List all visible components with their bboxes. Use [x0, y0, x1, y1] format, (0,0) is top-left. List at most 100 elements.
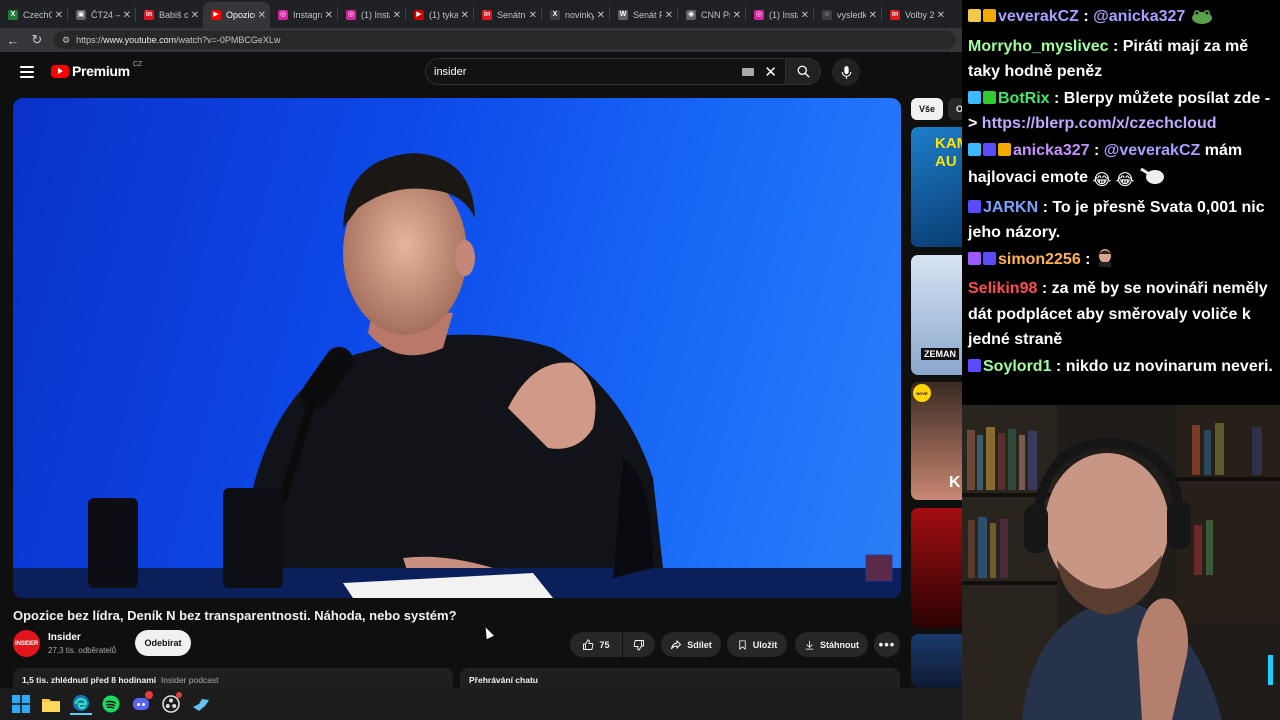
browser-tab[interactable]: in Babiš c ✕	[136, 2, 203, 28]
video-frame-image	[13, 153, 901, 598]
browser-tab[interactable]: W Senát P✕	[610, 2, 677, 28]
more-actions-button[interactable]: •••	[874, 632, 900, 657]
chat-mention: @anicka327	[1093, 8, 1186, 25]
channel-avatar[interactable]: INSIDER	[13, 630, 40, 657]
tab-close-icon[interactable]: ✕	[55, 10, 63, 21]
chat-username[interactable]: simon2256	[998, 251, 1081, 268]
save-button[interactable]: Uložit	[727, 632, 787, 657]
youtube-logo[interactable]: Premium CZ	[51, 60, 143, 79]
video-player[interactable]	[13, 98, 901, 598]
salute-emote-icon	[1139, 163, 1167, 194]
windows-taskbar	[0, 688, 962, 720]
browser-tab[interactable]: ▶ (1) tyka ✕	[406, 2, 473, 28]
tab-close-icon[interactable]: ✕	[801, 10, 809, 21]
browser-tab[interactable]: ▣ ČT24 – ✕	[68, 2, 135, 28]
tab-close-icon[interactable]: ✕	[191, 10, 199, 21]
chat-link[interactable]: https://blerp.com/x/czechcloud	[982, 115, 1217, 132]
recommended-thumbnail[interactable]: NOVÉ K	[911, 382, 962, 500]
search-input[interactable]: insider	[434, 66, 742, 78]
chat-username[interactable]: BotRix	[998, 90, 1050, 107]
discord-icon[interactable]	[130, 691, 153, 715]
description-link[interactable]: Insider podcast	[161, 675, 219, 685]
tab-close-icon[interactable]: ✕	[123, 10, 131, 21]
browser-tab[interactable]: X CzechC✕	[0, 2, 67, 28]
tab-title: Senátn	[497, 10, 526, 20]
browser-tab[interactable]: ◎ (1) Insta✕	[338, 2, 405, 28]
chat-username[interactable]: anicka327	[1013, 142, 1090, 159]
recommended-thumbnail[interactable]	[911, 508, 962, 628]
browser-tab-strip: XCzechC✕▣ČT24 –✕inBabiš c✕▶Opozice✕◎Inst…	[0, 0, 962, 28]
search-box[interactable]: insider ✕	[425, 58, 785, 85]
browser-toolbar: ← ↻ ⚙ https://www.youtube.com/watch?v=-0…	[0, 28, 962, 52]
browser-tab[interactable]: ◎ (1) Insta✕	[746, 2, 813, 28]
chat-username[interactable]: Morryho_myslivec	[968, 38, 1109, 55]
voice-search-button[interactable]	[832, 58, 860, 86]
mouse-cursor-icon	[482, 625, 494, 640]
tab-close-icon[interactable]: ✕	[597, 10, 605, 21]
tab-close-icon[interactable]: ✕	[325, 10, 333, 21]
tab-close-icon[interactable]: ✕	[461, 10, 469, 21]
tab-favicon-icon: W	[618, 10, 628, 20]
chat-username[interactable]: JARKN	[983, 199, 1038, 216]
recommended-thumbnail[interactable]: KAMAU	[911, 127, 962, 247]
face-emote-icon	[1095, 247, 1115, 276]
subscribe-button[interactable]: Odebírat	[135, 630, 191, 656]
steam-icon[interactable]	[190, 693, 212, 715]
chat-username[interactable]: Selikin98	[968, 280, 1037, 297]
menu-icon[interactable]	[20, 66, 34, 78]
notification-badge	[145, 691, 153, 699]
chat-message: Soylord1 : nikdo uz novinarum neveri.	[968, 354, 1276, 380]
video-description[interactable]: 1,5 tis. zhlédnutí před 8 hodinami Insid…	[13, 668, 453, 688]
edge-browser-icon[interactable]	[70, 693, 92, 715]
browser-tab[interactable]: in Senátn ✕	[474, 2, 541, 28]
chip-next[interactable]: O	[948, 98, 962, 120]
tab-title: CNN Pr	[701, 10, 730, 20]
youtube-page: Premium CZ insider ✕ Opozice bez lídra, …	[0, 52, 962, 688]
webcam-image	[962, 405, 1280, 720]
site-info-icon[interactable]: ⚙	[62, 35, 70, 46]
file-explorer-icon[interactable]	[40, 693, 62, 715]
back-arrow-icon[interactable]: ←	[6, 33, 20, 48]
chat-replay-panel[interactable]: Přehrávání chatu	[460, 668, 900, 688]
clear-search-icon[interactable]: ✕	[764, 63, 777, 81]
reload-icon[interactable]: ↻	[30, 32, 44, 48]
tab-title: Instagra	[293, 10, 322, 20]
search-button[interactable]	[785, 58, 821, 85]
obs-icon[interactable]	[160, 692, 182, 715]
chip-all[interactable]: Vše	[911, 98, 944, 120]
url-text: https://www.youtube.com/watch?v=-0PMBCGe…	[76, 35, 281, 45]
browser-tab[interactable]: ◎ Instagra✕	[270, 2, 337, 28]
tab-close-icon[interactable]: ✕	[258, 10, 266, 21]
screen: XCzechC✕▣ČT24 –✕inBabiš c✕▶Opozice✕◎Inst…	[0, 0, 1280, 720]
keyboard-icon[interactable]	[742, 67, 755, 76]
dislike-button[interactable]	[623, 632, 655, 657]
share-button[interactable]: Sdílet	[661, 632, 721, 657]
tab-close-icon[interactable]: ✕	[665, 10, 673, 21]
browser-tab[interactable]: Xnovinky ✕	[542, 2, 609, 28]
browser-tab[interactable]: in Volby 2 ✕	[882, 2, 949, 28]
windows-start-icon[interactable]	[10, 693, 32, 715]
chat-separator: :	[1078, 8, 1094, 25]
tab-close-icon[interactable]: ✕	[869, 10, 877, 21]
like-button[interactable]: 75	[570, 632, 622, 657]
tab-title: (1) Insta	[769, 10, 798, 20]
tab-title: ČT24 –	[91, 10, 120, 20]
chat-badge-icon	[998, 142, 1011, 156]
browser-tab[interactable]: ▶ Opozice✕	[203, 2, 270, 28]
chat-username[interactable]: Soylord1	[983, 358, 1051, 375]
tab-close-icon[interactable]: ✕	[393, 10, 401, 21]
logo-region: CZ	[132, 60, 143, 68]
tab-close-icon[interactable]: ✕	[529, 10, 537, 21]
tab-close-icon[interactable]: ✕	[733, 10, 741, 21]
search-icon	[797, 65, 810, 78]
recommended-thumbnail[interactable]: ZEMAN	[911, 255, 962, 375]
browser-tab[interactable]: ○ vysledk ✕	[814, 2, 881, 28]
spotify-icon[interactable]	[100, 693, 122, 715]
tab-close-icon[interactable]: ✕	[937, 10, 945, 21]
browser-tab[interactable]: ◉ CNN Pr ✕	[678, 2, 745, 28]
address-bar[interactable]: ⚙ https://www.youtube.com/watch?v=-0PMBC…	[54, 31, 956, 49]
chat-username[interactable]: veverakCZ	[998, 8, 1079, 25]
recommended-thumbnail[interactable]	[911, 634, 962, 688]
download-button[interactable]: Stáhnout	[795, 632, 868, 657]
channel-name[interactable]: Insider	[48, 632, 81, 643]
